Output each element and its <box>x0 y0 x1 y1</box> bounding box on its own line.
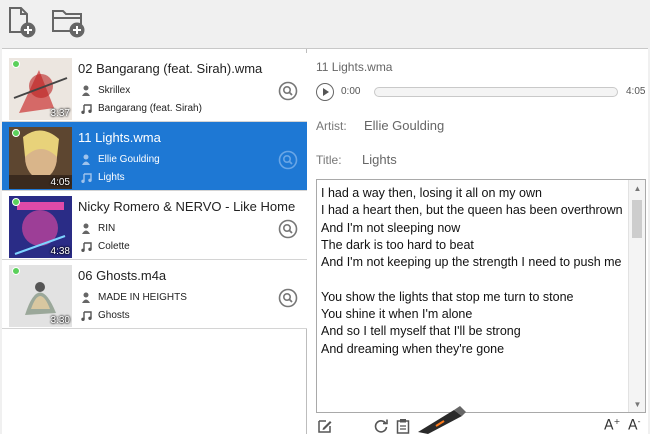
edit-button[interactable] <box>316 417 334 434</box>
status-dot <box>12 198 20 206</box>
album-art: 4:38 <box>9 196 72 258</box>
add-file-button[interactable] <box>4 4 42 40</box>
time-elapsed: 0:00 <box>341 86 361 97</box>
add-folder-button[interactable] <box>50 4 88 40</box>
track-title: 06 Ghosts.m4a <box>78 268 167 283</box>
person-icon <box>80 291 92 303</box>
person-icon <box>80 153 92 165</box>
magnifier-icon <box>278 150 298 170</box>
magnifier-icon <box>278 81 298 101</box>
search-lyrics-button[interactable] <box>278 150 298 170</box>
artist-name: RIN <box>98 222 116 234</box>
track-item[interactable]: 4:38 Nicky Romero & NERVO - Like Home RI… <box>2 191 307 260</box>
song-row: Lights <box>80 171 125 183</box>
song-name: Lights <box>98 171 125 183</box>
lyrics-scrollbar[interactable]: ▲ ▼ <box>628 180 645 412</box>
song-row: Colette <box>80 240 130 252</box>
song-row: Bangarang (feat. Sirah) <box>80 102 202 114</box>
search-lyrics-button[interactable] <box>278 288 298 308</box>
artist-label: Artist: <box>316 119 347 133</box>
album-art: 3:30 <box>9 265 72 327</box>
duration-label: 4:38 <box>50 246 70 257</box>
seek-bar[interactable] <box>374 87 618 97</box>
track-title: Nicky Romero & NERVO - Like Home <box>78 199 296 214</box>
track-item-selected[interactable]: 4:05 11 Lights.wma Ellie Goulding Lights <box>2 122 307 191</box>
search-lyrics-button[interactable] <box>278 219 298 239</box>
album-art: 3:37 <box>9 58 72 120</box>
refresh-button[interactable] <box>372 417 390 434</box>
magnifier-icon <box>278 288 298 308</box>
file-plus-icon <box>9 7 36 38</box>
music-note-icon <box>80 309 92 321</box>
song-name: Ghosts <box>98 309 130 321</box>
status-dot <box>12 267 20 275</box>
time-total: 4:05 <box>626 86 646 97</box>
search-lyrics-button[interactable] <box>278 81 298 101</box>
audio-player: 0:00 4:05 <box>316 83 648 101</box>
main-panel: 3:37 02 Bangarang (feat. Sirah).wma Skri… <box>2 48 648 434</box>
artist-row: Ellie Goulding <box>80 153 160 165</box>
song-row: Ghosts <box>80 309 130 321</box>
font-increase-button[interactable]: A+ <box>604 417 620 434</box>
song-name: Bangarang (feat. Sirah) <box>98 102 202 114</box>
lyrics-toolbar: A+ A- <box>308 406 648 434</box>
track-title: 11 Lights.wma <box>78 130 161 145</box>
music-note-icon <box>80 240 92 252</box>
scroll-down-arrow-icon[interactable]: ▼ <box>629 396 646 412</box>
title-label: Title: <box>316 153 342 167</box>
status-dot <box>12 129 20 137</box>
play-button[interactable] <box>316 83 334 101</box>
magnifier-icon <box>278 219 298 239</box>
usb-drive-graphic <box>416 404 466 434</box>
title-value[interactable]: Lights <box>362 152 397 167</box>
clipboard-icon <box>396 419 410 434</box>
artist-row: Skrillex <box>80 84 130 96</box>
font-decrease-button[interactable]: A- <box>628 417 640 434</box>
song-name: Colette <box>98 240 130 252</box>
album-art: 4:05 <box>9 127 72 189</box>
duration-label: 4:05 <box>50 177 70 188</box>
music-note-icon <box>80 171 92 183</box>
scroll-thumb[interactable] <box>632 200 642 238</box>
track-title: 02 Bangarang (feat. Sirah).wma <box>78 61 263 76</box>
track-item[interactable]: 3:30 06 Ghosts.m4a MADE IN HEIGHTS Ghost… <box>2 260 307 329</box>
scroll-up-arrow-icon[interactable]: ▲ <box>629 180 646 196</box>
artist-row: RIN <box>80 222 115 234</box>
person-icon <box>80 222 92 234</box>
lyrics-editor[interactable]: I had a way then, losing it all on my ow… <box>316 179 646 413</box>
file-name: 11 Lights.wma <box>316 60 393 74</box>
duration-label: 3:30 <box>50 315 70 326</box>
paste-button[interactable] <box>394 417 412 434</box>
status-dot <box>12 60 20 68</box>
folder-plus-icon <box>52 10 85 38</box>
duration-label: 3:37 <box>50 108 70 119</box>
person-icon <box>80 84 92 96</box>
detail-panel: 11 Lights.wma 0:00 4:05 Artist: Ellie Go… <box>308 49 648 434</box>
artist-name: Ellie Goulding <box>98 153 160 165</box>
artist-name: Skrillex <box>98 84 131 96</box>
track-item[interactable]: 3:37 02 Bangarang (feat. Sirah).wma Skri… <box>2 53 307 122</box>
toolbar <box>0 0 650 46</box>
track-list: 3:37 02 Bangarang (feat. Sirah).wma Skri… <box>2 49 307 434</box>
lyrics-text[interactable]: I had a way then, losing it all on my ow… <box>321 185 627 358</box>
artist-value[interactable]: Ellie Goulding <box>364 118 444 133</box>
artist-row: MADE IN HEIGHTS <box>80 291 187 303</box>
usb-drive-icon <box>418 406 466 434</box>
edit-icon <box>318 420 332 433</box>
music-note-icon <box>80 102 92 114</box>
refresh-icon <box>374 419 388 433</box>
artist-name: MADE IN HEIGHTS <box>98 291 187 303</box>
